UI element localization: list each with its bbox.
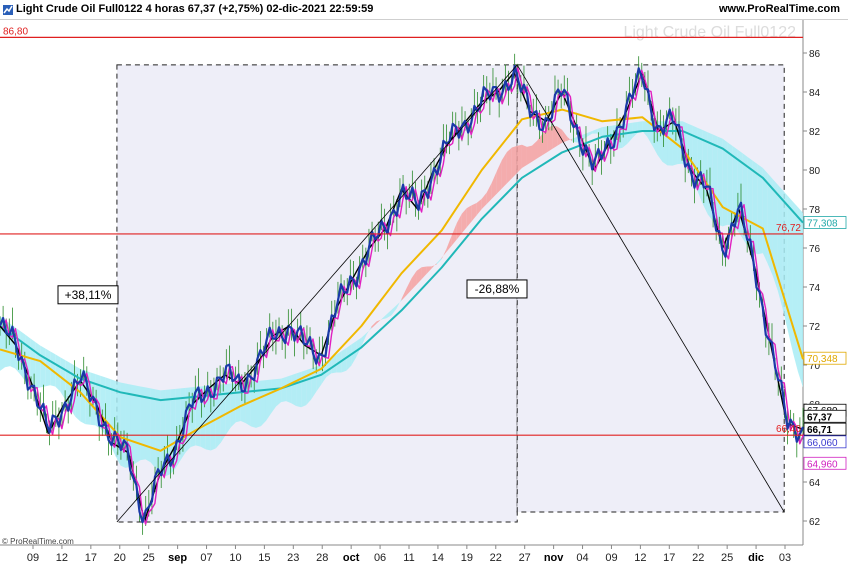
x-tick-label: 03 — [779, 552, 791, 564]
price-label: 67,37 — [803, 409, 847, 423]
price-chart[interactable]: Light Crude Oil Full0122 86,80 76,72 66,40… — [0, 20, 848, 565]
x-tick-label: 09 — [27, 552, 39, 564]
x-tick-label: sep — [168, 552, 187, 564]
cloud-segment — [552, 125, 558, 150]
watermark: Light Crude Oil Full0122 — [623, 24, 796, 41]
x-tick-label: 07 — [200, 552, 212, 564]
y-tick-label: 74 — [809, 283, 821, 294]
hline-label-top: 86,80 — [3, 26, 28, 37]
cloud-segment — [281, 376, 287, 403]
site-link[interactable]: www.ProRealTime.com — [719, 3, 840, 15]
y-tick-label: 78 — [809, 205, 821, 216]
hline-label-2: 76,72 — [776, 223, 801, 234]
x-tick-label: 04 — [576, 552, 588, 564]
x-tick-label: 09 — [605, 552, 617, 564]
y-tick-label: 62 — [809, 517, 821, 528]
price-label-text: 64,960 — [807, 459, 838, 470]
cloud-segment — [286, 375, 292, 404]
cloud-segment — [276, 378, 282, 407]
x-tick-label: 17 — [85, 552, 97, 564]
y-tick-label: 82 — [809, 127, 821, 138]
cloud-segment — [150, 388, 156, 469]
cloud-segment — [506, 147, 512, 184]
y-tick-label: 64 — [809, 478, 821, 489]
x-tick-label: 11 — [403, 552, 414, 564]
cloud-segment — [521, 144, 527, 169]
cloud-segment — [225, 383, 231, 435]
price-label-text: 77,308 — [807, 218, 838, 229]
x-tick-label: 14 — [432, 552, 444, 564]
annotation-2[interactable]: -26,88% — [466, 279, 528, 299]
x-tick-label: 15 — [258, 552, 270, 564]
annotation-text: -26,88% — [475, 282, 520, 296]
x-tick-label: 27 — [519, 552, 531, 564]
x-tick-label: 22 — [490, 552, 502, 564]
x-tick-label: 06 — [374, 552, 386, 564]
price-label-text: 70,348 — [807, 354, 838, 365]
x-tick-label: 23 — [287, 552, 299, 564]
x-tick-label: 25 — [143, 552, 155, 564]
prorealtime-logo-icon — [3, 5, 13, 15]
annotation-text: +38,11% — [65, 288, 112, 302]
cloud-segment — [296, 371, 302, 408]
cloud-segment — [35, 341, 41, 389]
x-tick-label: 25 — [721, 552, 733, 564]
price-label-text: 66,71 — [807, 425, 832, 436]
y-tick-label: 76 — [809, 244, 821, 255]
cloud-segment — [717, 136, 723, 227]
price-label: 77,308 — [803, 216, 847, 229]
cloud-segment — [255, 380, 261, 428]
cloud-segment — [135, 385, 141, 464]
price-label: 64,960 — [803, 456, 847, 470]
price-label: 66,060 — [803, 435, 847, 449]
x-tick-label: 12 — [56, 552, 68, 564]
x-tick-label: 20 — [114, 552, 126, 564]
cloud-segment — [291, 373, 297, 406]
hline-label-3: 66,40 — [776, 424, 801, 435]
x-tick-label: dic — [748, 552, 764, 564]
cloud-segment — [250, 381, 256, 428]
price-label: 70,348 — [803, 351, 847, 365]
x-tick-label: nov — [544, 552, 564, 564]
copyright: © ProRealTime.com — [2, 537, 74, 546]
cloud-segment — [230, 383, 236, 428]
chart-title: Light Crude Oil Full0122 4 horas 67,37 (… — [16, 3, 374, 15]
price-label-text: 66,060 — [807, 438, 838, 449]
x-tick-label: 19 — [461, 552, 473, 564]
x-tick-label: 10 — [229, 552, 241, 564]
x-tick-label: 17 — [663, 552, 675, 564]
cloud-segment — [787, 196, 793, 353]
y-tick-label: 84 — [809, 88, 821, 99]
x-tick-label: oct — [343, 552, 360, 564]
chart-header: Light Crude Oil Full0122 4 horas 67,37 (… — [0, 0, 848, 20]
cloud-segment — [40, 345, 46, 388]
y-tick-label: 80 — [809, 166, 821, 177]
x-tick-label: 28 — [316, 552, 328, 564]
cloud-segment — [526, 145, 532, 165]
price-label-text: 67,37 — [807, 412, 832, 423]
annotation-1[interactable]: +38,11% — [57, 285, 119, 305]
x-tick-label: 22 — [692, 552, 704, 564]
y-tick-label: 86 — [809, 49, 821, 60]
x-tick-label: 12 — [634, 552, 646, 564]
price-label: 66,71 — [803, 422, 847, 436]
cloud-segment — [260, 380, 266, 427]
y-tick-label: 72 — [809, 322, 821, 333]
cloud-segment — [511, 145, 517, 179]
cloud-segment — [547, 125, 553, 153]
